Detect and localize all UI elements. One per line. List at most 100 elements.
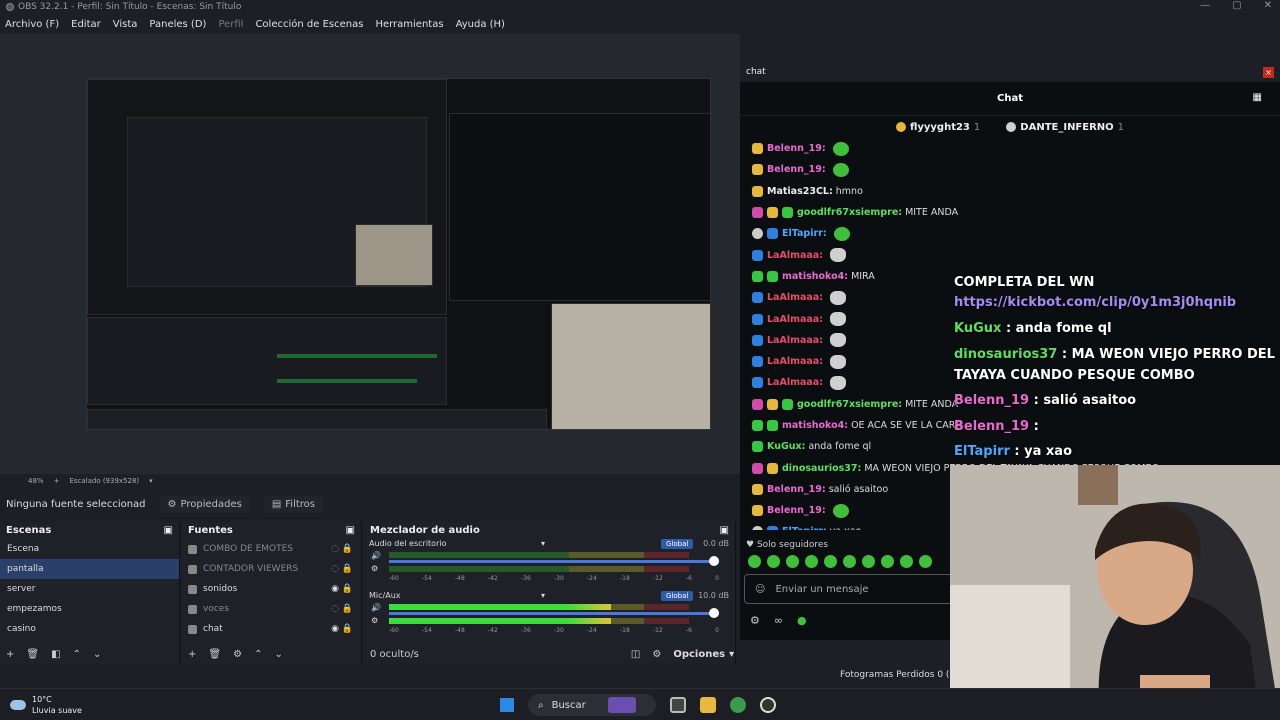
- emoji-icon[interactable]: ☺: [755, 584, 765, 595]
- emote-icon[interactable]: [919, 555, 932, 568]
- emote-icon[interactable]: [805, 555, 818, 568]
- emote-icon[interactable]: [881, 555, 894, 568]
- users-icon[interactable]: ▦: [1253, 92, 1262, 103]
- dock-menu-icon[interactable]: ▣: [164, 525, 173, 536]
- chat-message-input[interactable]: ☺ Enviar un mensaje: [744, 574, 956, 604]
- chat-close-button[interactable]: ×: [1263, 67, 1274, 78]
- chat-username[interactable]: KuGux:: [767, 441, 805, 452]
- top-gifter[interactable]: flyyyght23 1: [895, 122, 980, 133]
- emote-icon[interactable]: [862, 555, 875, 568]
- chat-username[interactable]: ElTapirr:: [782, 526, 827, 530]
- dock-menu-icon[interactable]: ▣: [346, 525, 355, 536]
- mixer-settings-icon[interactable]: ⚙: [652, 649, 661, 660]
- global-badge[interactable]: Global: [661, 591, 694, 601]
- maximize-icon[interactable]: ▢: [1232, 0, 1241, 11]
- lock-icon[interactable]: 🔒: [342, 624, 353, 634]
- scene-item[interactable]: server: [0, 579, 179, 599]
- chat-username[interactable]: Belenn_19:: [767, 143, 826, 154]
- task-view-icon[interactable]: [670, 697, 686, 713]
- emote-icon[interactable]: [767, 555, 780, 568]
- kick-logo-icon[interactable]: ●: [797, 614, 807, 627]
- speaker-icon[interactable]: 🔊: [371, 603, 381, 612]
- infinity-icon[interactable]: ∞: [774, 614, 783, 627]
- move-down-icon[interactable]: ⌄: [274, 649, 282, 660]
- chat-message[interactable]: goodlfr67xsiempre: MITE ANDA: [740, 202, 1280, 223]
- menu-perfil[interactable]: Perfil: [218, 19, 243, 30]
- minimize-icon[interactable]: —: [1200, 0, 1210, 11]
- chevron-down-icon[interactable]: ▾: [541, 591, 545, 600]
- chat-username[interactable]: LaAlmaaa:: [767, 335, 823, 346]
- visibility-icon[interactable]: ◉: [331, 624, 339, 634]
- volume-slider[interactable]: [389, 612, 719, 615]
- chat-username[interactable]: LaAlmaaa:: [767, 356, 823, 367]
- top-gifter[interactable]: DANTE_INFERNO 1: [1006, 122, 1124, 133]
- menu-ayuda[interactable]: Ayuda (H): [456, 19, 505, 30]
- scene-item[interactable]: Escena: [0, 539, 179, 559]
- chat-username[interactable]: Belenn_19:: [767, 164, 826, 175]
- visibility-hidden-icon[interactable]: ◌: [331, 604, 339, 614]
- emote-icon[interactable]: [786, 555, 799, 568]
- menu-herramientas[interactable]: Herramientas: [375, 19, 443, 30]
- lock-icon[interactable]: 🔒: [342, 544, 353, 554]
- delete-scene-icon[interactable]: 🗑: [26, 649, 39, 660]
- chat-username[interactable]: Belenn_19:: [767, 484, 826, 495]
- settings-gear-icon[interactable]: ⚙: [371, 564, 378, 573]
- chat-username[interactable]: LaAlmaaa:: [767, 377, 823, 388]
- source-item[interactable]: chat ◉ 🔒: [182, 619, 361, 639]
- chevron-down-icon[interactable]: ▾: [149, 477, 153, 485]
- lock-icon[interactable]: 🔒: [342, 584, 353, 594]
- source-item[interactable]: COMBO DE EMOTES ◌ 🔒: [182, 539, 361, 559]
- visibility-icon[interactable]: ◉: [331, 584, 339, 594]
- source-settings-icon[interactable]: ⚙: [233, 649, 242, 660]
- menu-vista[interactable]: Vista: [113, 19, 138, 30]
- zoom-in-icon[interactable]: +: [54, 477, 60, 485]
- source-item[interactable]: sonidos ◉ 🔒: [182, 579, 361, 599]
- delete-source-icon[interactable]: 🗑: [208, 649, 221, 660]
- chat-message[interactable]: Matias23CL: hmno: [740, 181, 1280, 202]
- weather-widget[interactable]: 10°C Lluvia suave: [10, 694, 82, 716]
- chat-username[interactable]: LaAlmaaa:: [767, 292, 823, 303]
- chat-message[interactable]: LaAlmaaa:: [740, 244, 1280, 265]
- chat-username[interactable]: LaAlmaaa:: [767, 250, 823, 261]
- chat-username[interactable]: matishoko4:: [782, 420, 848, 431]
- file-explorer-icon[interactable]: [700, 697, 716, 713]
- chat-username[interactable]: ElTapirr:: [782, 228, 827, 239]
- chrome-icon[interactable]: [730, 697, 746, 713]
- emote-icon[interactable]: [748, 555, 761, 568]
- move-down-icon[interactable]: ⌄: [93, 649, 101, 660]
- chat-username[interactable]: LaAlmaaa:: [767, 314, 823, 325]
- filters-button[interactable]: ▤ Filtros: [263, 495, 324, 513]
- chat-message[interactable]: Belenn_19:: [740, 138, 1280, 159]
- scene-item-selected[interactable]: pantalla: [0, 559, 179, 579]
- menu-coleccion-escenas[interactable]: Colección de Escenas: [255, 19, 363, 30]
- lock-icon[interactable]: 🔒: [342, 604, 353, 614]
- chat-username[interactable]: Belenn_19:: [767, 505, 826, 516]
- volume-slider[interactable]: [389, 560, 719, 563]
- scene-item[interactable]: empezamos: [0, 599, 179, 619]
- layout-icon[interactable]: ◫: [631, 649, 640, 660]
- dock-menu-icon[interactable]: ▣: [720, 525, 729, 536]
- menu-editar[interactable]: Editar: [71, 19, 101, 30]
- speaker-icon[interactable]: 🔊: [371, 551, 381, 560]
- settings-icon[interactable]: ⚙: [750, 614, 760, 627]
- chat-username[interactable]: dinosaurios37:: [782, 463, 861, 474]
- chat-username[interactable]: goodlfr67xsiempre:: [797, 399, 902, 410]
- chat-username[interactable]: Matias23CL:: [767, 186, 833, 197]
- visibility-hidden-icon[interactable]: ◌: [331, 544, 339, 554]
- options-button[interactable]: Opciones ▾: [673, 649, 734, 660]
- volume-slider-handle[interactable]: [709, 608, 719, 618]
- menu-paneles[interactable]: Paneles (D): [149, 19, 206, 30]
- menu-archivo[interactable]: Archivo (F): [5, 19, 59, 30]
- preview-canvas[interactable]: [86, 78, 711, 430]
- chevron-down-icon[interactable]: ▾: [541, 539, 545, 548]
- chat-username[interactable]: matishoko4:: [782, 271, 848, 282]
- emote-icon[interactable]: [843, 555, 856, 568]
- obs-icon[interactable]: [760, 697, 776, 713]
- volume-slider-handle[interactable]: [709, 556, 719, 566]
- move-up-icon[interactable]: ⌃: [73, 649, 81, 660]
- visibility-hidden-icon[interactable]: ◌: [331, 564, 339, 574]
- zoom-level[interactable]: 48%: [28, 477, 44, 485]
- scene-item[interactable]: casino: [0, 619, 179, 639]
- source-item[interactable]: CONTADOR VIEWERS ◌ 🔒: [182, 559, 361, 579]
- lock-icon[interactable]: 🔒: [342, 564, 353, 574]
